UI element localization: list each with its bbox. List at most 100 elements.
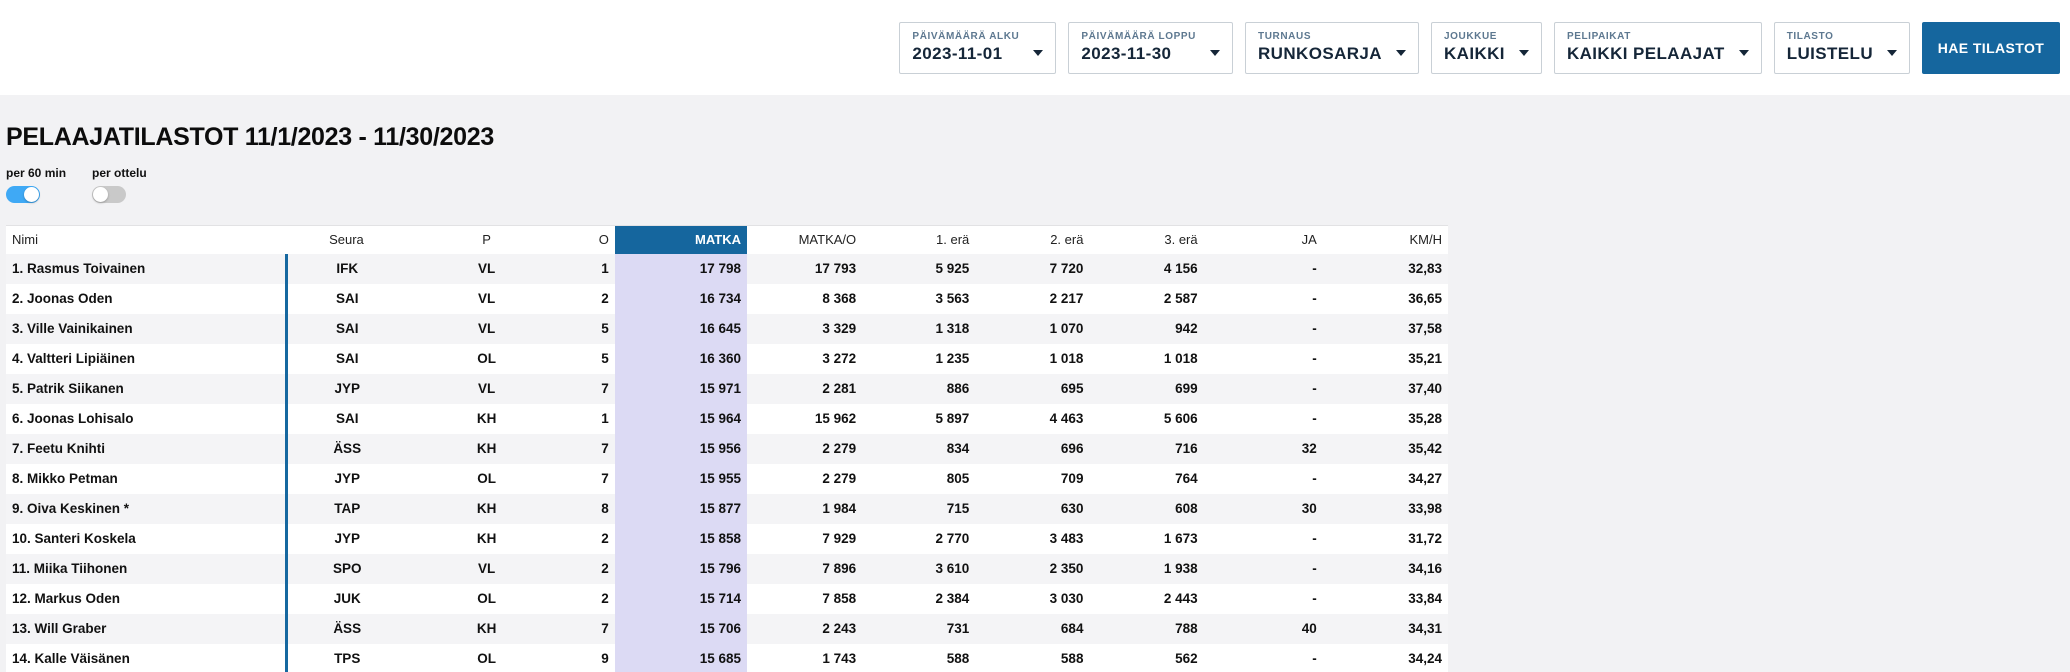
table-row: 7. Feetu KnihtiÄSSKH715 9562 27983469671… <box>6 434 1448 464</box>
stat-cell: TPS <box>286 644 406 672</box>
player-name-cell[interactable]: 6. Joonas Lohisalo <box>6 404 286 434</box>
stat-cell: 1 743 <box>747 644 862 672</box>
stat-cell: 2 279 <box>747 434 862 464</box>
player-name-cell[interactable]: 9. Oiva Keskinen * <box>6 494 286 524</box>
stat-cell: 17 798 <box>615 254 747 284</box>
toggle-label: per ottelu <box>92 166 147 180</box>
stat-cell: - <box>1204 284 1323 314</box>
stat-cell: 1 018 <box>975 344 1089 374</box>
stat-cell: JYP <box>286 524 406 554</box>
player-name-cell[interactable]: 2. Joonas Oden <box>6 284 286 314</box>
filter-dropdown-tournament[interactable]: TURNAUS RUNKOSARJA <box>1245 22 1419 74</box>
filter-value: KAIKKI <box>1444 44 1505 64</box>
col-header-p[interactable]: P <box>407 226 567 254</box>
stat-cell: 696 <box>975 434 1089 464</box>
stat-cell: VL <box>407 554 567 584</box>
player-name-cell[interactable]: 8. Mikko Petman <box>6 464 286 494</box>
toggle-label: per 60 min <box>6 166 66 180</box>
stat-cell: 34,31 <box>1323 614 1448 644</box>
col-header-matka[interactable]: MATKA <box>615 226 747 254</box>
hae-tilastot-button[interactable]: HAE TILASTOT <box>1922 22 2060 74</box>
player-name-cell[interactable]: 11. Miika Tiihonen <box>6 554 286 584</box>
stat-cell: 15 796 <box>615 554 747 584</box>
col-header-km-h[interactable]: KM/H <box>1323 226 1448 254</box>
stat-cell: 15 955 <box>615 464 747 494</box>
stat-cell: 8 368 <box>747 284 862 314</box>
stat-cell: KH <box>407 524 567 554</box>
stat-cell: 7 720 <box>975 254 1089 284</box>
stat-cell: OL <box>407 344 567 374</box>
stat-cell: 7 858 <box>747 584 862 614</box>
col-header-o[interactable]: O <box>567 226 615 254</box>
page-title: PELAAJATILASTOT 11/1/2023 - 11/30/2023 <box>6 123 2070 152</box>
filter-dropdown-positions[interactable]: PELIPAIKAT KAIKKI PELAAJAT <box>1554 22 1762 74</box>
table-row: 8. Mikko PetmanJYPOL715 9552 27980570976… <box>6 464 1448 494</box>
stat-cell: 35,28 <box>1323 404 1448 434</box>
stat-cell: 3 483 <box>975 524 1089 554</box>
player-name-cell[interactable]: 14. Kalle Väisänen <box>6 644 286 672</box>
stat-cell: 15 714 <box>615 584 747 614</box>
toggle-per-60-min[interactable] <box>6 186 40 203</box>
col-header-1-er-[interactable]: 1. erä <box>862 226 975 254</box>
col-header-seura[interactable]: Seura <box>286 226 406 254</box>
stat-cell: 7 896 <box>747 554 862 584</box>
filter-dropdown-date-end[interactable]: PÄIVÄMÄÄRÄ LOPPU 2023-11-30 <box>1068 22 1233 74</box>
stat-cell: 33,98 <box>1323 494 1448 524</box>
stat-cell: SAI <box>286 314 406 344</box>
stat-cell: 35,42 <box>1323 434 1448 464</box>
player-name-cell[interactable]: 3. Ville Vainikainen <box>6 314 286 344</box>
stat-cell: 1 <box>567 404 615 434</box>
col-header-ja[interactable]: JA <box>1204 226 1323 254</box>
player-name-cell[interactable]: 13. Will Graber <box>6 614 286 644</box>
stat-cell: 5 606 <box>1089 404 1203 434</box>
stat-cell: 8 <box>567 494 615 524</box>
player-name-cell[interactable]: 10. Santeri Koskela <box>6 524 286 554</box>
table-row: 14. Kalle VäisänenTPSOL915 6851 74358858… <box>6 644 1448 672</box>
col-header-nimi[interactable]: Nimi <box>6 226 286 254</box>
stat-cell: KH <box>407 404 567 434</box>
chevron-down-icon <box>1033 50 1043 56</box>
stat-cell: KH <box>407 614 567 644</box>
player-name-cell[interactable]: 7. Feetu Knihti <box>6 434 286 464</box>
table-row: 10. Santeri KoskelaJYPKH215 8587 9292 77… <box>6 524 1448 554</box>
stat-cell: - <box>1204 254 1323 284</box>
player-name-cell[interactable]: 12. Markus Oden <box>6 584 286 614</box>
stat-cell: 2 350 <box>975 554 1089 584</box>
stat-cell: SAI <box>286 284 406 314</box>
stat-cell: 15 956 <box>615 434 747 464</box>
stat-cell: 34,27 <box>1323 464 1448 494</box>
stat-cell: OL <box>407 464 567 494</box>
chevron-down-icon <box>1396 50 1406 56</box>
chevron-down-icon <box>1519 50 1529 56</box>
stat-cell: 7 <box>567 434 615 464</box>
player-name-cell[interactable]: 4. Valtteri Lipiäinen <box>6 344 286 374</box>
table-header-row: NimiSeuraPOMATKAMATKA/O1. erä2. erä3. er… <box>6 226 1448 254</box>
col-header-3-er-[interactable]: 3. erä <box>1089 226 1203 254</box>
player-name-cell[interactable]: 5. Patrik Siikanen <box>6 374 286 404</box>
stat-cell: 709 <box>975 464 1089 494</box>
stat-cell: JUK <box>286 584 406 614</box>
stat-cell: - <box>1204 464 1323 494</box>
stat-cell: - <box>1204 644 1323 672</box>
filter-dropdown-team[interactable]: JOUKKUE KAIKKI <box>1431 22 1542 74</box>
stat-cell: 886 <box>862 374 975 404</box>
filter-dropdown-stat-type[interactable]: TILASTO LUISTELU <box>1774 22 1910 74</box>
stat-cell: 17 793 <box>747 254 862 284</box>
col-header-matka-o[interactable]: MATKA/O <box>747 226 862 254</box>
filter-label: PÄIVÄMÄÄRÄ LOPPU <box>1081 31 1196 42</box>
toggle-per-ottelu[interactable] <box>92 186 126 203</box>
stat-cell: IFK <box>286 254 406 284</box>
stat-cell: VL <box>407 284 567 314</box>
stat-cell: 2 <box>567 584 615 614</box>
col-header-2-er-[interactable]: 2. erä <box>975 226 1089 254</box>
stat-cell: 33,84 <box>1323 584 1448 614</box>
player-name-cell[interactable]: 1. Rasmus Toivainen <box>6 254 286 284</box>
stat-cell: 1 984 <box>747 494 862 524</box>
table-row: 3. Ville VainikainenSAIVL516 6453 3291 3… <box>6 314 1448 344</box>
stat-cell: 16 734 <box>615 284 747 314</box>
table-row: 11. Miika TiihonenSPOVL215 7967 8963 610… <box>6 554 1448 584</box>
toggle-row: per 60 min per ottelu <box>6 166 2070 203</box>
stat-cell: 2 243 <box>747 614 862 644</box>
stat-cell: - <box>1204 554 1323 584</box>
filter-dropdown-date-start[interactable]: PÄIVÄMÄÄRÄ ALKU 2023-11-01 <box>899 22 1056 74</box>
